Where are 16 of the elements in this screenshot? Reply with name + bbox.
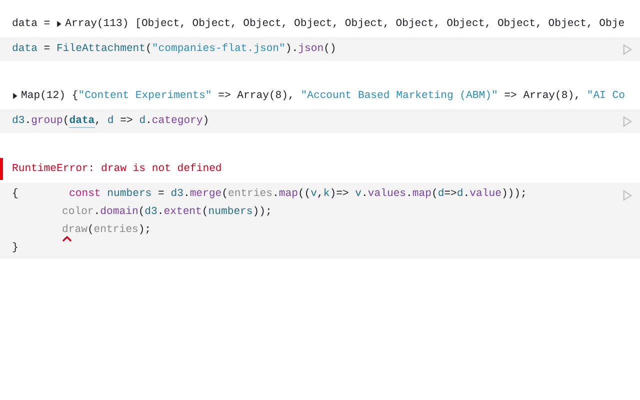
output-label: data = bbox=[12, 18, 50, 30]
error-caret-icon bbox=[62, 236, 72, 242]
output-value: Map(12) {"Content Experiments" => Array(8), "Account Based Marketing (ABM)" => Array(8), "AI Co bbox=[21, 90, 625, 102]
collapsed-triangle-icon[interactable] bbox=[56, 21, 62, 27]
code-line: color.domain(d3.extent(numbers)); bbox=[61, 205, 272, 220]
run-icon[interactable] bbox=[623, 116, 632, 127]
collapsed-triangle-icon[interactable] bbox=[12, 93, 18, 99]
error-message: RuntimeError: draw is not defined bbox=[0, 158, 640, 180]
code-line: d3.group(data, d => d.category) bbox=[11, 114, 210, 130]
output-value: Array(113) [Object, Object, Object, Object, Object, Object, Object, Object, Object, Obje bbox=[65, 18, 625, 30]
run-icon[interactable] bbox=[623, 44, 632, 55]
run-icon[interactable] bbox=[623, 190, 632, 201]
code-line: data = FileAttachment("companies-flat.json").json() bbox=[11, 42, 336, 57]
code-line: { const numbers = d3.merge(entries.map((v,k)=> v.values.map(d=>d.value))); bbox=[11, 187, 527, 202]
code-line: } bbox=[11, 241, 18, 256]
code-line: draw(entries); bbox=[0, 221, 152, 239]
